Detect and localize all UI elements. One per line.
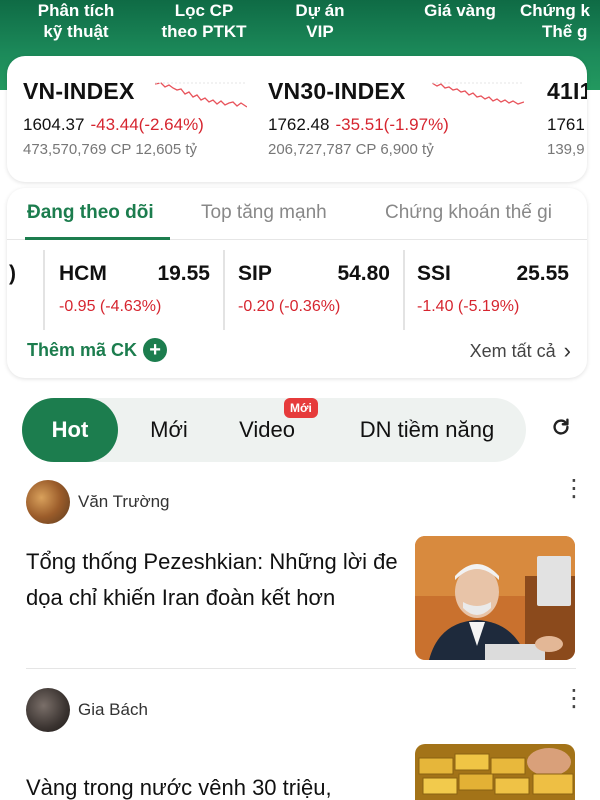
avatar (26, 688, 70, 732)
article-title[interactable]: Vàng trong nước vênh 30 triệu, (26, 770, 401, 800)
stock-item-ssi[interactable]: SSI 25.55 -1.40 (-5.19%) (405, 250, 581, 330)
author-name: Văn Trường (78, 492, 170, 511)
stock-divider (43, 250, 45, 330)
stock-item-hcm[interactable]: HCM 19.55 -0.95 (-4.63%) (47, 250, 222, 330)
article-author[interactable]: Gia Bách (26, 688, 148, 732)
avatar (26, 480, 70, 524)
stock-price: 54.80 (337, 262, 390, 285)
nav-item-label: Dự án (295, 1, 345, 20)
filter-hot[interactable]: Hot (22, 398, 118, 462)
tab-following[interactable]: Đang theo dõi (27, 202, 154, 224)
nav-item-label: Thế g (542, 22, 588, 41)
stock-change: -0.95 (-4.63%) (59, 298, 162, 315)
index-volume: 473,570,769 CP 12,605 tỷ (23, 141, 198, 158)
index-change: -35.51(-1.97%) (335, 115, 449, 134)
nav-item-label: theo PTKT (161, 22, 247, 41)
watchlist-card: Đang theo dõi Top tăng mạnh Chứng khoán … (7, 188, 587, 378)
author-name: Gia Bách (78, 700, 148, 719)
stock-symbol: SSI (417, 262, 451, 285)
thumbnail-image (415, 536, 575, 660)
article-author[interactable]: Văn Trường (26, 480, 170, 524)
tab-top-gainers[interactable]: Top tăng mạnh (201, 202, 327, 224)
article-thumbnail[interactable] (415, 744, 575, 800)
stock-price: 25.55 (516, 262, 569, 285)
thumbnail-image (415, 744, 575, 800)
nav-item-label: Giá vàng (424, 1, 496, 20)
index-value: 1762.48 (268, 115, 330, 134)
nav-item-world-stocks[interactable]: Chứng k Thế g (520, 0, 600, 42)
add-stock-label: Thêm mã CK (27, 339, 138, 360)
index-value: 1761 (547, 115, 585, 134)
chevron-right-icon: › (563, 338, 571, 363)
stock-divider (223, 250, 225, 330)
index-change: -43.44(-2.64%) (90, 115, 204, 134)
article-divider (26, 668, 576, 669)
plus-circle-icon: + (143, 338, 168, 362)
index-41i1[interactable]: 41I1 1761 139,9 (547, 78, 587, 158)
stock-symbol: ) (9, 262, 16, 285)
stock-price: 19.55 (157, 262, 210, 285)
filter-new[interactable]: Mới (130, 398, 208, 462)
stock-item[interactable]: ) (7, 250, 37, 330)
active-tab-indicator (25, 237, 170, 240)
add-stock-button[interactable]: Thêm mã CK + (27, 338, 168, 362)
article-title[interactable]: Tổng thống Pezeshkian: Những lời đe dọa … (26, 544, 401, 616)
vnindex-sparkline (155, 82, 247, 108)
index-name: VN30-INDEX (268, 78, 406, 104)
index-vn30[interactable]: VN30-INDEX 1762.48 -35.51(-1.97%) 206,727… (268, 78, 449, 158)
feed-filter-bar: Hot Mới Video DN tiềm năng (22, 398, 526, 462)
nav-item-gold-price[interactable]: Giá vàng (405, 0, 515, 21)
vn30-sparkline (432, 82, 524, 105)
article-thumbnail[interactable] (415, 536, 575, 660)
filter-potential-companies[interactable]: DN tiềm năng (342, 398, 512, 462)
more-vertical-icon[interactable]: ⋮ (562, 477, 586, 501)
stock-change: -1.40 (-5.19%) (417, 298, 520, 315)
refresh-icon-svg (553, 418, 569, 435)
nav-item-label: Lọc CP (174, 1, 234, 20)
stock-item-sip[interactable]: SIP 54.80 -0.20 (-0.36%) (226, 250, 402, 330)
tab-world-stocks[interactable]: Chứng khoán thế gi (385, 202, 552, 224)
index-value: 1604.37 (23, 115, 85, 134)
nav-item-label: Chứng k (520, 1, 590, 20)
nav-item-label: kỹ thuật (43, 22, 109, 41)
stock-symbol: SIP (238, 262, 272, 285)
stock-change: -0.20 (-0.36%) (238, 298, 341, 315)
refresh-icon[interactable] (550, 416, 572, 444)
see-all-link[interactable]: Xem tất cả › (470, 338, 571, 364)
nav-item-vip-project[interactable]: Dự án VIP (290, 0, 350, 42)
nav-item-label: Phân tích (37, 1, 115, 20)
index-volume: 139,9 (547, 141, 585, 158)
market-index-card: VN-INDEX 1604.37 -43.44(-2.64%) 473,570,7… (7, 56, 587, 182)
index-volume: 206,727,787 CP 6,900 tỷ (268, 141, 434, 158)
watchlist-tabs: Đang theo dõi Top tăng mạnh Chứng khoán … (7, 188, 587, 240)
more-vertical-icon[interactable]: ⋮ (562, 687, 586, 711)
nav-item-label: VIP (306, 22, 334, 41)
new-badge: Mới (284, 398, 318, 418)
nav-item-technical-analysis[interactable]: Phân tích kỹ thuật (28, 0, 124, 42)
index-name: 41I1 (547, 78, 587, 104)
nav-item-stock-filter[interactable]: Lọc CP theo PTKT (150, 0, 258, 42)
stock-symbol: HCM (59, 262, 107, 285)
see-all-label: Xem tất cả (469, 340, 556, 361)
